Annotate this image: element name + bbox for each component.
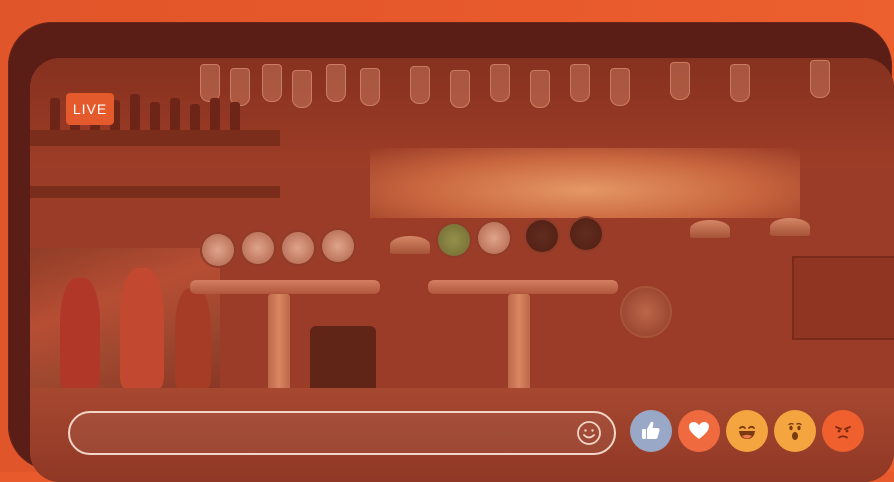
reaction-bar — [630, 410, 864, 452]
comment-input-box[interactable] — [68, 411, 616, 455]
angry-reaction-button[interactable] — [822, 410, 864, 452]
like-reaction-button[interactable] — [630, 410, 672, 452]
surprised-face-icon — [788, 422, 802, 440]
phone-notch — [126, 33, 178, 49]
live-badge: LIVE — [66, 93, 114, 125]
angry-face-icon — [835, 426, 851, 439]
phone-frame: LIVE — [8, 22, 894, 482]
love-reaction-button[interactable] — [678, 410, 720, 452]
heart-icon — [689, 422, 709, 439]
wow-reaction-button[interactable] — [774, 410, 816, 452]
comment-input[interactable] — [88, 413, 572, 455]
thumbs-up-icon — [642, 421, 660, 439]
haha-reaction-button[interactable] — [726, 410, 768, 452]
smiley-face-icon[interactable] — [576, 420, 602, 446]
laughing-face-icon — [739, 425, 755, 439]
live-video-screen[interactable]: LIVE — [30, 58, 894, 482]
